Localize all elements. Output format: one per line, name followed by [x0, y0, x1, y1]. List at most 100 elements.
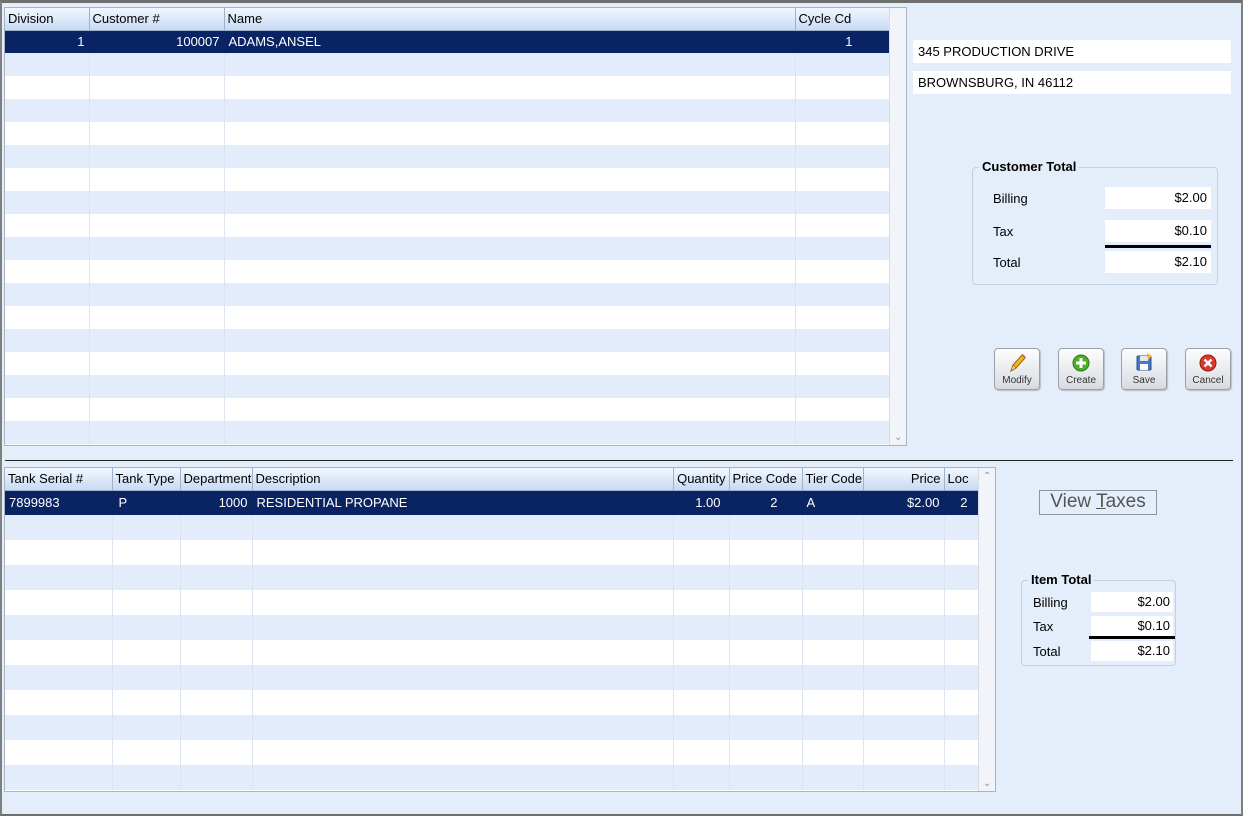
empty-cell[interactable] [252, 565, 674, 590]
modify-button[interactable]: Modify [994, 348, 1040, 390]
customers-scrollbar[interactable]: ⌄ [889, 8, 906, 445]
col-name[interactable]: Name [224, 8, 796, 31]
cell-name[interactable]: ADAMS,ANSEL [224, 30, 796, 53]
empty-cell[interactable] [5, 168, 90, 191]
empty-cell[interactable] [944, 590, 979, 615]
empty-cell[interactable] [89, 53, 225, 76]
empty-cell[interactable] [224, 214, 796, 237]
empty-cell[interactable] [252, 765, 674, 790]
empty-cell[interactable] [729, 615, 803, 640]
empty-cell[interactable] [802, 590, 864, 615]
empty-cell[interactable] [795, 260, 890, 283]
empty-cell[interactable] [5, 237, 90, 260]
empty-cell[interactable] [729, 515, 803, 540]
empty-cell[interactable] [795, 53, 890, 76]
empty-cell[interactable] [5, 329, 90, 352]
empty-cell[interactable] [5, 260, 90, 283]
empty-cell[interactable] [5, 53, 90, 76]
empty-cell[interactable] [729, 690, 803, 715]
create-button[interactable]: Create [1058, 348, 1104, 390]
cell-cycle-cd[interactable]: 1 [795, 30, 890, 53]
empty-cell[interactable] [180, 690, 253, 715]
table-row[interactable] [5, 237, 890, 260]
empty-cell[interactable] [89, 421, 225, 444]
empty-cell[interactable] [5, 715, 113, 740]
empty-cell[interactable] [673, 540, 730, 565]
empty-cell[interactable] [5, 421, 90, 444]
empty-cell[interactable] [673, 640, 730, 665]
col-tank-type[interactable]: Tank Type [112, 468, 181, 491]
empty-cell[interactable] [795, 306, 890, 329]
empty-cell[interactable] [802, 765, 864, 790]
empty-cell[interactable] [5, 690, 113, 715]
empty-cell[interactable] [89, 329, 225, 352]
empty-cell[interactable] [224, 329, 796, 352]
empty-cell[interactable] [112, 590, 181, 615]
empty-cell[interactable] [112, 665, 181, 690]
col-department[interactable]: Department [180, 468, 253, 491]
col-cycle-cd[interactable]: Cycle Cd [795, 8, 890, 31]
empty-cell[interactable] [89, 76, 225, 99]
cell-price-code[interactable]: 2 [729, 490, 803, 515]
empty-cell[interactable] [5, 590, 113, 615]
col-loc[interactable]: Loc [944, 468, 979, 491]
empty-cell[interactable] [5, 640, 113, 665]
col-tier-code[interactable]: Tier Code [802, 468, 864, 491]
table-row[interactable] [5, 421, 890, 444]
empty-cell[interactable] [944, 565, 979, 590]
empty-cell[interactable] [5, 191, 90, 214]
empty-cell[interactable] [5, 306, 90, 329]
empty-cell[interactable] [224, 145, 796, 168]
empty-cell[interactable] [5, 740, 113, 765]
table-row[interactable]: 7899983 P 1000 RESIDENTIAL PROPANE 1.00 … [5, 490, 979, 515]
table-row[interactable] [5, 122, 890, 145]
empty-cell[interactable] [795, 237, 890, 260]
col-price-code[interactable]: Price Code [729, 468, 803, 491]
empty-cell[interactable] [802, 690, 864, 715]
empty-cell[interactable] [180, 740, 253, 765]
empty-cell[interactable] [89, 375, 225, 398]
empty-cell[interactable] [673, 740, 730, 765]
table-row[interactable] [5, 398, 890, 421]
empty-cell[interactable] [795, 352, 890, 375]
empty-cell[interactable] [795, 329, 890, 352]
empty-cell[interactable] [795, 76, 890, 99]
empty-cell[interactable] [944, 515, 979, 540]
table-row[interactable] [5, 99, 890, 122]
empty-cell[interactable] [180, 615, 253, 640]
empty-cell[interactable] [802, 565, 864, 590]
table-row[interactable] [5, 615, 979, 640]
empty-cell[interactable] [252, 690, 674, 715]
scroll-down-icon[interactable]: ⌄ [983, 778, 991, 789]
cell-loc[interactable]: 2 [944, 490, 979, 515]
cell-tank-serial[interactable]: 7899983 [5, 490, 113, 515]
empty-cell[interactable] [5, 76, 90, 99]
empty-cell[interactable] [5, 515, 113, 540]
empty-cell[interactable] [112, 515, 181, 540]
table-row[interactable] [5, 352, 890, 375]
empty-cell[interactable] [252, 515, 674, 540]
empty-cell[interactable] [863, 715, 945, 740]
col-customer-number[interactable]: Customer # [89, 8, 225, 31]
table-row[interactable] [5, 76, 890, 99]
empty-cell[interactable] [944, 640, 979, 665]
empty-cell[interactable] [89, 214, 225, 237]
empty-cell[interactable] [252, 640, 674, 665]
empty-cell[interactable] [180, 640, 253, 665]
empty-cell[interactable] [673, 590, 730, 615]
empty-cell[interactable] [5, 214, 90, 237]
table-row[interactable] [5, 214, 890, 237]
cell-division[interactable]: 1 [5, 30, 90, 53]
empty-cell[interactable] [5, 122, 90, 145]
empty-cell[interactable] [863, 740, 945, 765]
empty-cell[interactable] [863, 690, 945, 715]
empty-cell[interactable] [802, 665, 864, 690]
empty-cell[interactable] [89, 306, 225, 329]
cell-tier-code[interactable]: A [802, 490, 864, 515]
empty-cell[interactable] [673, 665, 730, 690]
empty-cell[interactable] [112, 690, 181, 715]
cell-department[interactable]: 1000 [180, 490, 253, 515]
empty-cell[interactable] [795, 398, 890, 421]
view-taxes-button[interactable]: View Taxes [1039, 490, 1157, 515]
empty-cell[interactable] [802, 715, 864, 740]
